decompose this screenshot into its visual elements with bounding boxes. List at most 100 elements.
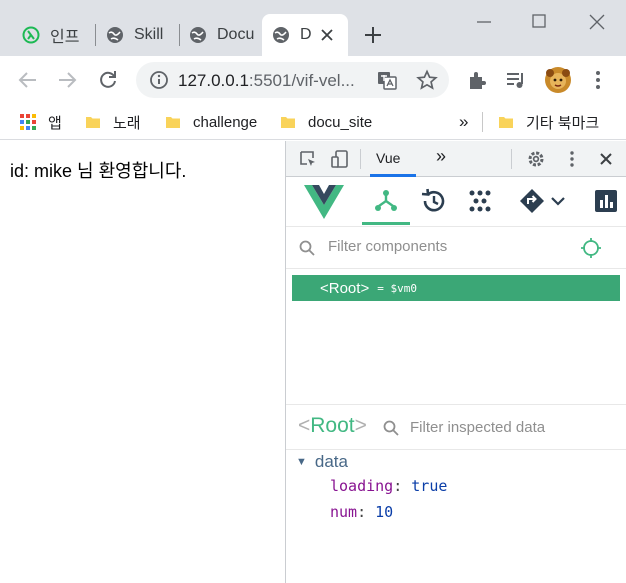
url-host: 127.0.0.1 <box>178 71 249 90</box>
extensions-icon[interactable] <box>466 69 488 91</box>
vue-devtools-toolbar <box>286 177 626 227</box>
data-section-toggle[interactable]: ▼ data <box>296 452 348 472</box>
bookmark-label: 앱 <box>48 114 62 132</box>
avatar[interactable] <box>544 66 572 94</box>
bookmark-folder-songs[interactable]: 노래 <box>85 110 141 134</box>
bookmarks-divider <box>482 112 483 132</box>
property-key: loading <box>330 477 394 495</box>
browser-window: 인프 Skill Docu D 127.0.0.1:5501/vif-vel..… <box>0 0 626 583</box>
performance-chart-icon[interactable] <box>594 189 618 213</box>
component-tree-root[interactable]: <Root> = $vm0 <box>292 275 620 301</box>
vuex-dots-icon[interactable] <box>466 187 494 215</box>
divider <box>360 149 361 169</box>
router-icon[interactable] <box>518 187 546 215</box>
tab-inflearn[interactable]: 인프 <box>22 14 90 56</box>
more-tabs-button[interactable]: » <box>436 146 446 167</box>
inspect-element-icon[interactable] <box>298 149 318 169</box>
bookmark-label: docu_site <box>308 113 373 131</box>
bookmark-label: 노래 <box>113 114 141 132</box>
tab-label: Docu <box>217 26 255 43</box>
search-icon <box>299 240 315 256</box>
media-control-icon[interactable] <box>505 69 527 91</box>
maximize-icon[interactable] <box>527 10 551 34</box>
property-colon: : <box>357 503 376 521</box>
chevron-down-icon[interactable] <box>548 191 568 211</box>
folder-icon <box>281 117 295 128</box>
folder-icon <box>166 117 180 128</box>
devtools-panel: Vue » Filter components <Root> = $vm0 <R… <box>285 141 626 583</box>
select-component-target-icon[interactable] <box>580 237 602 259</box>
reload-icon[interactable] <box>96 68 120 92</box>
divider <box>511 149 512 169</box>
component-filter[interactable]: Filter components <box>286 229 626 269</box>
tab-label: Skill <box>134 26 164 43</box>
filter-inspected-data-input[interactable]: Filter inspected data <box>410 419 545 436</box>
globe-icon <box>190 27 206 43</box>
property-value: true <box>411 477 448 495</box>
bookmark-apps[interactable]: 앱 <box>20 110 62 134</box>
minimize-icon[interactable] <box>472 10 496 34</box>
apps-grid-icon <box>20 114 36 130</box>
tab-label: D <box>300 26 312 43</box>
tab-strip: 인프 Skill Docu D <box>0 0 626 56</box>
tab-divider <box>179 24 180 46</box>
folder-icon <box>499 117 513 128</box>
search-icon <box>383 420 399 436</box>
browser-toolbar: 127.0.0.1:5501/vif-vel... <box>0 56 626 104</box>
back-icon[interactable] <box>16 68 40 92</box>
folder-icon <box>86 117 100 128</box>
inflearn-icon <box>22 26 40 44</box>
close-icon[interactable] <box>318 26 336 44</box>
device-toolbar-icon[interactable] <box>330 149 350 169</box>
menu-kebab-icon[interactable] <box>587 69 609 91</box>
tab-skill[interactable]: Skill <box>106 14 172 56</box>
globe-icon <box>107 27 123 43</box>
translate-icon[interactable] <box>376 69 398 91</box>
devtools-tabbar: Vue » <box>286 141 626 177</box>
data-property-row[interactable]: num: 10 <box>330 503 393 521</box>
bookmark-folder-docu-site[interactable]: docu_site <box>280 110 372 134</box>
tag-open: < <box>298 414 311 437</box>
devtools-menu-icon[interactable] <box>562 149 582 169</box>
history-icon[interactable] <box>419 187 447 215</box>
other-bookmarks-label: 기타 북마크 <box>526 114 600 132</box>
page-viewport: id: mike 님 환영합니다. <box>0 141 285 583</box>
tab-active[interactable]: D <box>262 14 348 56</box>
info-icon[interactable] <box>148 69 170 91</box>
url-path: :5501/vif-vel... <box>248 71 355 90</box>
bookmark-folder-challenge[interactable]: challenge <box>165 110 257 134</box>
inspected-component-name: <Root> <box>298 414 367 438</box>
property-value: 10 <box>375 503 394 521</box>
bookmark-star-icon[interactable] <box>416 69 438 91</box>
data-property-row[interactable]: loading: true <box>330 477 447 495</box>
tab-label: 인프 <box>50 29 80 46</box>
tab-vue[interactable]: Vue <box>376 150 400 166</box>
url-text: 127.0.0.1:5501/vif-vel... <box>178 71 355 91</box>
tag-close: > <box>354 414 367 437</box>
tab-docu[interactable]: Docu <box>189 14 259 56</box>
component-name: Root <box>310 414 355 437</box>
tab-divider <box>95 24 96 46</box>
vue-tab-active-indicator <box>362 222 410 225</box>
bookmark-label: challenge <box>193 113 258 131</box>
caret-down-icon: ▼ <box>296 456 307 468</box>
vue-logo-icon <box>304 185 344 219</box>
property-key: num <box>330 503 358 521</box>
globe-icon <box>273 27 289 43</box>
root-vm-ref: = $vm0 <box>377 281 417 295</box>
other-bookmarks[interactable]: 기타 북마크 <box>498 110 599 134</box>
inspector-header: <Root> Filter inspected data <box>286 404 626 450</box>
data-section-label: data <box>314 452 348 471</box>
settings-gear-icon[interactable] <box>526 149 546 169</box>
filter-components-placeholder: Filter components <box>328 238 448 255</box>
forward-icon[interactable] <box>55 68 79 92</box>
components-tree-icon[interactable] <box>372 187 400 215</box>
new-tab-icon[interactable] <box>362 24 384 46</box>
property-colon: : <box>393 477 412 495</box>
address-bar[interactable]: 127.0.0.1:5501/vif-vel... <box>136 62 449 98</box>
close-devtools-icon[interactable] <box>596 149 616 169</box>
root-tag: <Root> <box>320 279 370 297</box>
window-close-icon[interactable] <box>585 10 609 34</box>
welcome-text: id: mike 님 환영합니다. <box>10 161 187 181</box>
bookmarks-overflow-button[interactable]: » <box>459 110 468 134</box>
